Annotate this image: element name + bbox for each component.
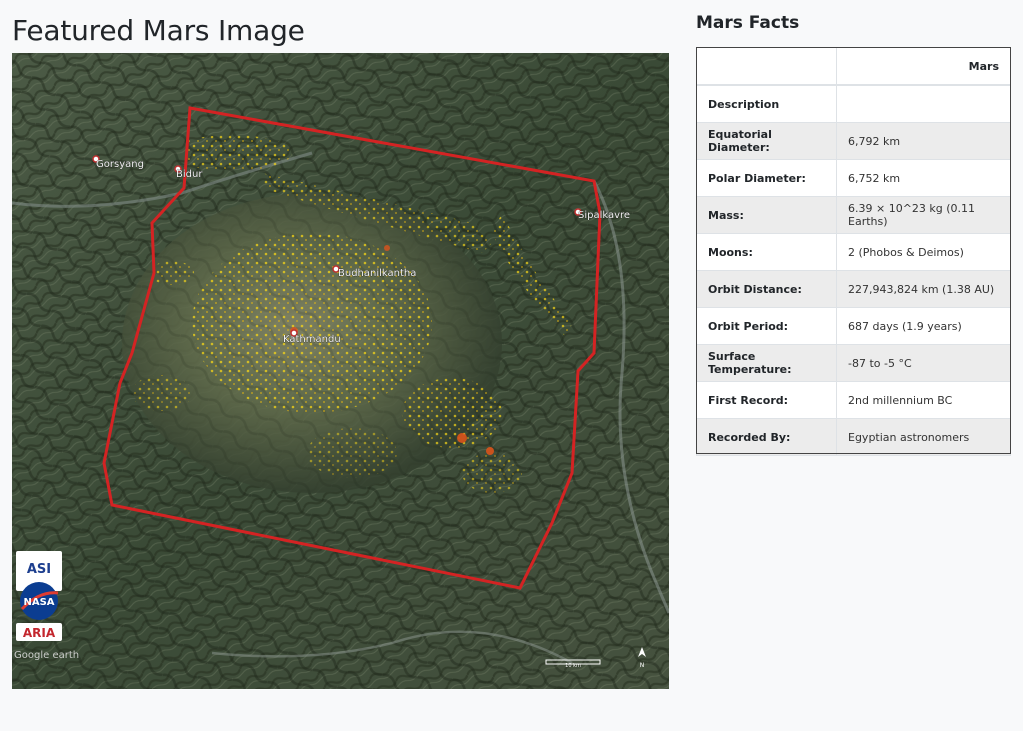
fact-value bbox=[836, 84, 1011, 123]
map-label-sipalkavre: Sipalkavre bbox=[578, 210, 630, 221]
fact-label: First Record: bbox=[696, 381, 837, 419]
table-row: Recorded By: Egyptian astronomers bbox=[696, 418, 1011, 456]
fact-value: 6,752 km bbox=[836, 159, 1011, 197]
fact-label: Orbit Distance: bbox=[696, 270, 837, 308]
map-label-kathmandu: Kathmandu bbox=[283, 334, 341, 345]
mars-facts-table: Mars Description Equatorial Diameter: 6,… bbox=[696, 47, 1011, 456]
map-label-budhanilkantha: Budhanilkantha bbox=[338, 268, 416, 279]
fact-label: Description bbox=[696, 84, 837, 123]
mars-facts-section: Mars Facts Mars Description Equatorial D… bbox=[696, 10, 1011, 456]
fact-label: Mass: bbox=[696, 196, 837, 234]
fact-label: Orbit Period: bbox=[696, 307, 837, 345]
table-row: Description bbox=[696, 84, 1011, 123]
fact-value: 2nd millennium BC bbox=[836, 381, 1011, 419]
table-row: Orbit Distance: 227,943,824 km (1.38 AU) bbox=[696, 270, 1011, 308]
map-label-bidur: Bidur bbox=[176, 169, 203, 180]
nasa-logo: NASA bbox=[23, 597, 54, 608]
table-row: Equatorial Diameter: 6,792 km bbox=[696, 122, 1011, 160]
fact-value: 2 (Phobos & Deimos) bbox=[836, 233, 1011, 271]
table-header-row: Mars bbox=[696, 47, 1011, 86]
table-row: First Record: 2nd millennium BC bbox=[696, 381, 1011, 419]
fact-value: Egyptian astronomers bbox=[836, 418, 1011, 456]
fact-value: 6.39 × 10^23 kg (0.11 Earths) bbox=[836, 196, 1011, 234]
featured-mars-image[interactable]: Gorsyang Bidur Sipalkavre Budhanilkantha… bbox=[12, 53, 669, 689]
aria-logo: ARIA bbox=[23, 626, 56, 640]
svg-text:N: N bbox=[640, 662, 645, 669]
map-label-gorsyang: Gorsyang bbox=[96, 159, 144, 170]
fact-value: 6,792 km bbox=[836, 122, 1011, 160]
fact-label: Surface Temperature: bbox=[696, 344, 837, 382]
asi-logo: ASI bbox=[27, 562, 51, 577]
fact-label: Moons: bbox=[696, 233, 837, 271]
agency-logos: ASI NASA ARIA bbox=[16, 551, 62, 641]
fact-value: 227,943,824 km (1.38 AU) bbox=[836, 270, 1011, 308]
page-title: Featured Mars Image bbox=[12, 14, 305, 47]
table-row: Mass: 6.39 × 10^23 kg (0.11 Earths) bbox=[696, 196, 1011, 234]
fact-label: Polar Diameter: bbox=[696, 159, 837, 197]
page: Featured Mars Image Gorsyang Bidur Sipal… bbox=[0, 0, 1023, 731]
fact-value: -87 to -5 °C bbox=[836, 344, 1011, 382]
table-row: Orbit Period: 687 days (1.9 years) bbox=[696, 307, 1011, 345]
map-graphic: Gorsyang Bidur Sipalkavre Budhanilkantha… bbox=[12, 53, 669, 689]
table-row: Surface Temperature: -87 to -5 °C bbox=[696, 344, 1011, 382]
table-row: Moons: 2 (Phobos & Deimos) bbox=[696, 233, 1011, 271]
table-row: Polar Diameter: 6,752 km bbox=[696, 159, 1011, 197]
fact-label: Recorded By: bbox=[696, 418, 837, 456]
fact-value: 687 days (1.9 years) bbox=[836, 307, 1011, 345]
featured-image-section: Featured Mars Image Gorsyang Bidur Sipal… bbox=[12, 10, 669, 689]
svg-text:10 km: 10 km bbox=[565, 663, 581, 669]
table-header-mars: Mars bbox=[836, 47, 1011, 86]
table-header-blank bbox=[696, 47, 837, 86]
google-earth-watermark: Google earth bbox=[14, 650, 79, 661]
facts-title: Mars Facts bbox=[696, 13, 800, 33]
fact-label: Equatorial Diameter: bbox=[696, 122, 837, 160]
